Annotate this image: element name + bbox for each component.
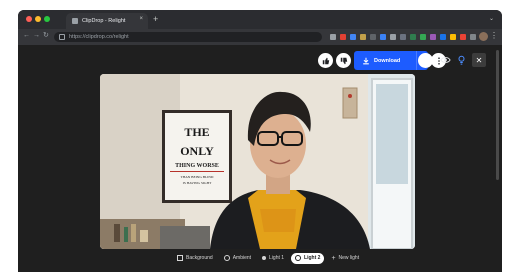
tab-close-icon[interactable]: ×: [139, 16, 143, 22]
light-mode-button[interactable]: [455, 54, 467, 66]
extension-icon[interactable]: [380, 34, 386, 40]
tab-title: ClipDrop - Relight: [82, 18, 126, 24]
poster-line-5: IS HAVING SIGHT: [183, 181, 212, 185]
close-editor-button[interactable]: ✕: [472, 53, 486, 67]
thumbs-down-button[interactable]: [336, 53, 351, 68]
eye-icon: [439, 57, 451, 63]
compare-eye-button[interactable]: [439, 54, 451, 66]
browser-menu-icon[interactable]: ⋮: [490, 31, 498, 41]
control-label: New light: [338, 255, 360, 261]
reload-icon[interactable]: ↻: [43, 31, 49, 41]
extension-icon[interactable]: [370, 34, 376, 40]
extension-icon[interactable]: [360, 34, 366, 40]
extension-icon[interactable]: [420, 34, 426, 40]
control-label: Light 1: [269, 255, 285, 261]
download-icon: [363, 57, 369, 64]
tab-strip: ClipDrop - Relight × + ⌄: [18, 10, 502, 29]
browser-toolbar: ← → ↻ https://clipdrop.co/relight ⋮: [18, 29, 502, 45]
control-label: Ambient: [232, 255, 252, 261]
plus-icon: +: [331, 254, 336, 262]
thumbs-up-button[interactable]: [318, 53, 333, 68]
maximize-window-button[interactable]: [44, 16, 50, 22]
back-icon[interactable]: ←: [23, 31, 30, 41]
favicon-icon: [72, 18, 78, 24]
clipdrop-relight-page: Download ⌄ ✕: [18, 45, 502, 272]
thumbs-up-icon: [322, 57, 329, 64]
extension-icon[interactable]: [460, 34, 466, 40]
lighting-controls: Background Ambient Light 1 Light 2 + New…: [173, 252, 363, 264]
page-scrollbar[interactable]: [496, 50, 499, 180]
minimize-window-button[interactable]: [35, 16, 41, 22]
download-button[interactable]: Download: [354, 51, 416, 70]
light-bulb-icon: [295, 255, 302, 261]
poster-line-3: THING WORSE: [175, 163, 219, 169]
address-bar[interactable]: https://clipdrop.co/relight: [54, 32, 322, 42]
browser-window: ClipDrop - Relight × + ⌄ ← → ↻ https://c…: [18, 10, 502, 272]
extension-icon[interactable]: [430, 34, 436, 40]
new-tab-button[interactable]: +: [153, 14, 158, 24]
extension-icon[interactable]: [440, 34, 446, 40]
url-text: https://clipdrop.co/relight: [69, 34, 129, 40]
poster-line-4: THAN BEING BLIND: [181, 175, 214, 179]
relight-photo[interactable]: THE ONLY THING WORSE THAN BEING BLIND IS…: [100, 74, 415, 249]
close-window-button[interactable]: [26, 16, 32, 22]
forward-icon[interactable]: →: [33, 31, 40, 41]
light-bulb-icon: [458, 55, 464, 65]
poster-line-2: ONLY: [180, 144, 214, 158]
profile-avatar[interactable]: [479, 32, 488, 41]
tab-clipdrop[interactable]: ClipDrop - Relight ×: [66, 13, 148, 29]
portrait-image: THE ONLY THING WORSE THAN BEING BLIND IS…: [100, 74, 415, 249]
extension-icon[interactable]: [340, 34, 346, 40]
ambient-icon: [223, 255, 230, 261]
tab-search-icon[interactable]: ⌄: [489, 15, 494, 22]
extension-icon[interactable]: [350, 34, 356, 40]
control-background[interactable]: Background: [173, 253, 217, 264]
puzzle-icon[interactable]: [470, 34, 476, 40]
control-light-1[interactable]: Light 1: [258, 253, 288, 264]
control-label: Background: [186, 255, 213, 261]
extension-icon[interactable]: [330, 34, 336, 40]
extension-icon[interactable]: [410, 34, 416, 40]
poster-line-1: THE: [184, 125, 209, 139]
control-light-2[interactable]: Light 2: [291, 252, 325, 264]
thumbs-down-icon: [340, 57, 347, 64]
light-bulb-icon: [262, 256, 267, 260]
extension-icon[interactable]: [450, 34, 456, 40]
control-ambient[interactable]: Ambient: [220, 253, 255, 264]
control-new-light[interactable]: + New light: [327, 253, 363, 264]
control-label: Light 2: [304, 255, 321, 261]
extension-icon[interactable]: [390, 34, 396, 40]
background-icon: [177, 255, 183, 261]
lock-icon: [59, 34, 65, 40]
download-label: Download: [374, 57, 401, 64]
extension-icon[interactable]: [400, 34, 406, 40]
